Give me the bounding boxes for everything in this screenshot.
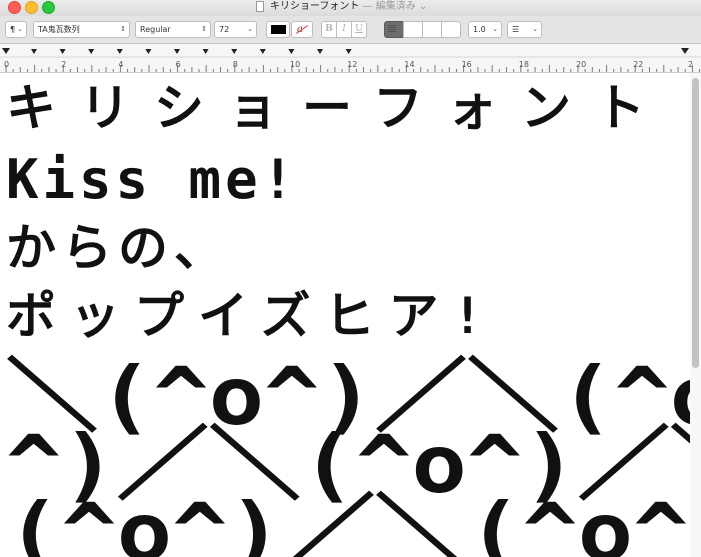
tab-stop-marker bbox=[88, 49, 95, 54]
italic-button[interactable]: I bbox=[336, 21, 352, 38]
bold-button[interactable]: B bbox=[321, 21, 337, 38]
text-color-well[interactable] bbox=[266, 21, 290, 38]
ruler-label: 20 bbox=[576, 60, 587, 69]
title-bar: キリショーフォント — 編集済み ⌄ bbox=[0, 0, 701, 16]
align-center-button[interactable] bbox=[388, 21, 423, 38]
ruler-label: 6 bbox=[175, 60, 181, 69]
font-family-popup[interactable]: TA鬼瓦数列 ⇕ bbox=[33, 21, 130, 38]
ruler-label: 12 bbox=[347, 60, 358, 69]
close-window-button[interactable] bbox=[8, 1, 21, 14]
vertical-scrollbar[interactable] bbox=[690, 73, 701, 557]
list-style-popup[interactable]: ☰ ⌄ bbox=[507, 21, 542, 38]
document-icon[interactable] bbox=[256, 1, 264, 12]
window-title[interactable]: キリショーフォント — 編集済み ⌄ bbox=[270, 0, 427, 14]
updown-arrows-icon: ⇕ bbox=[120, 25, 126, 33]
text-color-swatch bbox=[271, 25, 286, 34]
text-style-segment: B I U bbox=[321, 21, 367, 38]
text-line-4[interactable]: ポップイズヒア! bbox=[6, 291, 497, 341]
list-bullets-icon: ☰ bbox=[512, 25, 520, 34]
ruler-label: 18 bbox=[518, 60, 529, 69]
tab-stop-marker bbox=[174, 49, 180, 54]
tab-stop-marker bbox=[116, 49, 123, 54]
window-title-text: キリショーフォント bbox=[270, 1, 360, 12]
paragraph-style-popup[interactable]: ¶ ⌄ bbox=[5, 21, 27, 38]
font-size-value: 72 bbox=[219, 25, 230, 34]
left-indent-marker bbox=[2, 48, 10, 54]
highlight-color-well[interactable]: a bbox=[291, 21, 313, 38]
font-family-value: TA鬼瓦数列 bbox=[38, 25, 80, 34]
ruler-label: 2 bbox=[688, 60, 694, 69]
text-line-1[interactable]: キリショーフォント bbox=[6, 83, 669, 133]
minimize-window-button[interactable] bbox=[25, 1, 38, 14]
chevron-down-icon: ⌄ bbox=[492, 25, 498, 33]
ruler-label: 10 bbox=[290, 60, 301, 69]
chevron-down-icon: ⌄ bbox=[247, 25, 253, 33]
ruler-label: 22 bbox=[633, 60, 644, 69]
tab-stop-marker bbox=[31, 49, 37, 54]
tab-stop-marker bbox=[259, 49, 266, 54]
text-line-7[interactable]: (^o^)／＼(^o^) bbox=[6, 493, 690, 557]
tab-stop-marker bbox=[202, 49, 209, 54]
chevron-down-icon: ⌄ bbox=[17, 25, 23, 33]
justify-icon bbox=[388, 25, 396, 33]
align-right-button[interactable] bbox=[388, 21, 442, 38]
line-spacing-value: 1.0 bbox=[473, 25, 486, 34]
tab-stop-marker bbox=[59, 49, 66, 54]
justify-button[interactable] bbox=[388, 21, 461, 38]
ruler-label: 0 bbox=[4, 60, 10, 69]
format-toolbar: ¶ ⌄ TA鬼瓦数列 ⇕ Regular ⇕ 72 ⌄ a B I U bbox=[0, 16, 701, 44]
ruler-label: 8 bbox=[232, 60, 238, 69]
scrollbar-thumb[interactable] bbox=[692, 78, 699, 368]
updown-arrows-icon: ⇕ bbox=[201, 25, 207, 33]
ruler-label: 14 bbox=[404, 60, 415, 69]
underline-button[interactable]: U bbox=[351, 21, 367, 38]
paragraph-style-icon: ¶ bbox=[10, 25, 16, 34]
ruler-label: 4 bbox=[118, 60, 124, 69]
line-spacing-popup[interactable]: 1.0 ⌄ bbox=[468, 21, 502, 38]
tab-stop-marker bbox=[145, 49, 152, 54]
font-size-combobox[interactable]: 72 ⌄ bbox=[214, 21, 257, 38]
text-line-2[interactable]: Kiss me! bbox=[6, 153, 298, 207]
tab-stop-marker bbox=[317, 49, 323, 54]
right-indent-marker bbox=[681, 48, 689, 54]
tab-stop-marker bbox=[345, 49, 352, 54]
tab-stop-marker bbox=[231, 49, 238, 54]
edit-status: — 編集済み ⌄ bbox=[359, 1, 428, 12]
ruler[interactable]: 0 2 4 6 8 10 12 14 16 18 20 22 2 bbox=[0, 44, 701, 73]
alignment-segment bbox=[384, 21, 461, 38]
font-style-value: Regular bbox=[140, 25, 171, 34]
font-style-popup[interactable]: Regular ⇕ bbox=[135, 21, 211, 38]
text-line-3[interactable]: からの、 bbox=[6, 223, 230, 273]
tab-stop-marker bbox=[288, 49, 295, 54]
ruler-label: 16 bbox=[461, 60, 472, 69]
zoom-window-button[interactable] bbox=[42, 1, 55, 14]
ruler-label: 2 bbox=[61, 60, 67, 69]
document-text-area[interactable]: キリショーフォント Kiss me! からの、 ポップイズヒア! ＼(^o^)／… bbox=[0, 73, 690, 557]
chevron-down-icon: ⌄ bbox=[532, 25, 538, 33]
